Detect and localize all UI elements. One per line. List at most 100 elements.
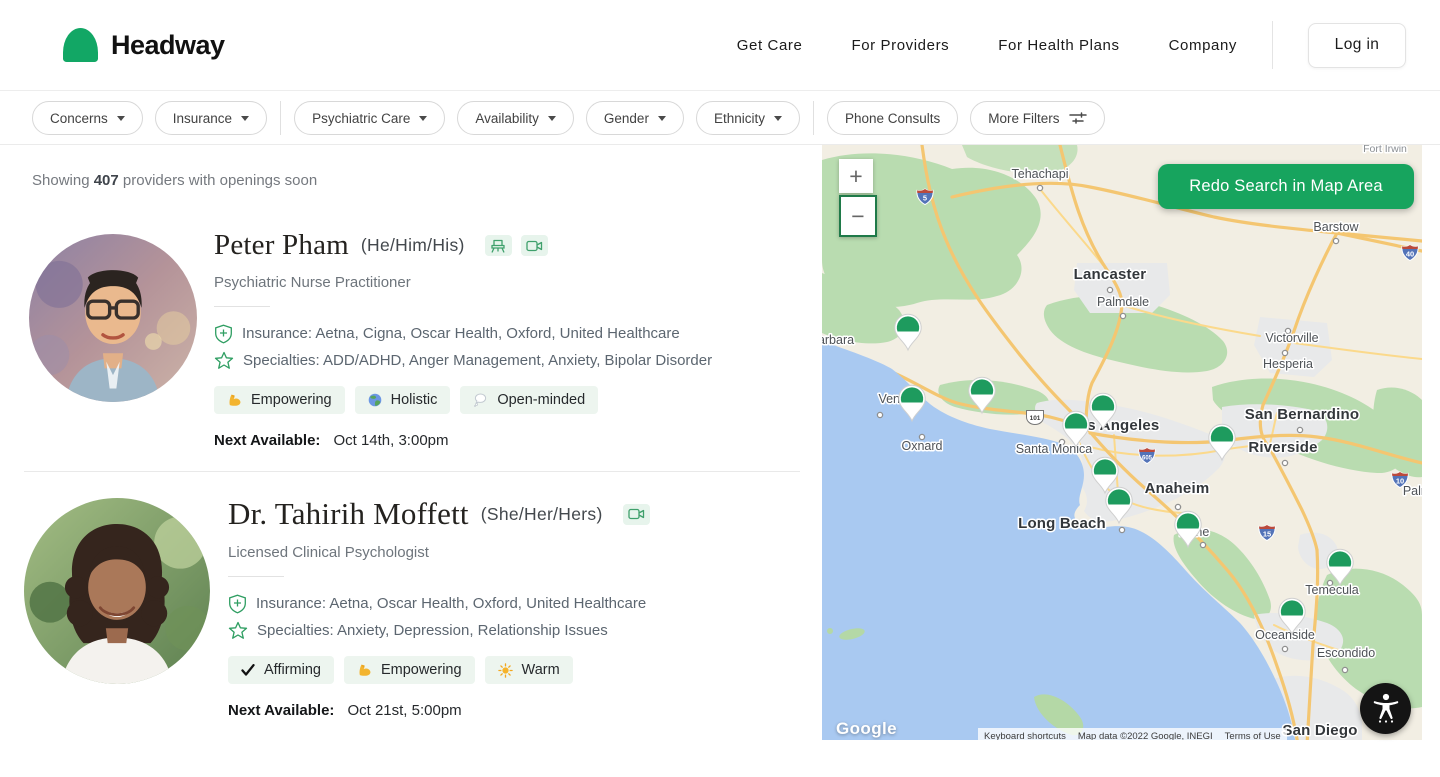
next-available-value: Oct 21st, 5:00pm — [347, 702, 461, 719]
accessibility-widget-button[interactable] — [1360, 683, 1411, 734]
map-canvas[interactable]: 5401016051015 Fort IrwinTehachapiBarstow… — [822, 145, 1422, 740]
town-dot — [1120, 313, 1125, 318]
svg-text:40: 40 — [1406, 250, 1414, 259]
town-dot — [1175, 504, 1180, 509]
nav-item-company[interactable]: Company — [1169, 37, 1237, 54]
town-dot — [1297, 427, 1302, 432]
town-dot — [1333, 238, 1338, 243]
results-count: Showing 407 providers with openings soon — [32, 172, 317, 189]
page: Headway Get Care For Providers For Health … — [0, 0, 1440, 777]
next-available-value: Oct 14th, 3:00pm — [333, 432, 448, 449]
filter-dropdown-availability[interactable]: Availability — [457, 101, 574, 135]
zoom-in-button[interactable]: + — [839, 159, 873, 193]
filter-dropdown-concerns[interactable]: Concerns — [32, 101, 143, 135]
filter-label: Availability — [475, 111, 539, 126]
svg-text:605: 605 — [1142, 456, 1153, 462]
town-dot — [877, 412, 882, 417]
map-label-lancaster: Lancaster — [1074, 266, 1147, 283]
chevron-down-icon — [774, 116, 782, 121]
svg-text:101: 101 — [1030, 415, 1041, 422]
town-dot — [1282, 460, 1287, 465]
trait-badge: Affirming — [228, 656, 334, 684]
filter-dropdown-insurance[interactable]: Insurance — [155, 101, 267, 135]
chevron-down-icon — [117, 116, 125, 121]
provider-name-row: Dr. Tahirih Moffett(She/Her/Hers) — [228, 496, 800, 532]
provider-list: Showing 407 providers with openings soon… — [0, 146, 800, 777]
provider-avatar[interactable] — [24, 498, 210, 684]
map-label-palm-s: Palm S — [1403, 484, 1422, 498]
attribution-segment[interactable]: Terms of Use — [1219, 728, 1287, 740]
video-icon — [526, 240, 543, 252]
provider-name[interactable]: Peter Pham — [214, 229, 349, 262]
nav-divider — [1272, 21, 1273, 69]
filter-label: Insurance — [173, 111, 232, 126]
map-label-oxnard: Oxnard — [902, 439, 943, 453]
meta-row: Specialties: ADD/ADHD, Anger Management,… — [214, 347, 800, 374]
login-button[interactable]: Log in — [1308, 23, 1406, 68]
headway-logo[interactable]: Headway — [63, 28, 225, 62]
sliders-icon — [1069, 112, 1087, 124]
map-label-barstow: Barstow — [1313, 220, 1359, 234]
trait-badges: AffirmingEmpoweringWarm — [228, 656, 800, 684]
shield-plus-icon — [214, 324, 233, 344]
main-nav: Get Care For Providers For Health Plans Com… — [737, 37, 1237, 54]
session-badge-video-icon — [521, 235, 548, 256]
attribution-segment[interactable]: Map data ©2022 Google, INEGI — [1072, 728, 1219, 740]
thought-bubble-icon — [473, 393, 488, 407]
map-label-anaheim: Anaheim — [1145, 480, 1210, 497]
title-divider — [214, 306, 270, 307]
meta-row: Specialties: Anxiety, Depression, Relati… — [228, 617, 800, 644]
filter-phone-consults[interactable]: Phone Consults — [827, 101, 958, 135]
trait-label: Open-minded — [497, 392, 585, 408]
map-label-riverside: Riverside — [1248, 439, 1317, 456]
meta-row: Insurance: Aetna, Cigna, Oscar Health, O… — [214, 320, 800, 347]
nav-item-for-providers[interactable]: For Providers — [851, 37, 949, 54]
more-filters-button[interactable]: More Filters — [970, 101, 1104, 135]
meta-text: Specialties: ADD/ADHD, Anger Management,… — [243, 352, 712, 369]
map-label-hesperia: Hesperia — [1263, 357, 1313, 371]
provider-meta: Insurance: Aetna, Oscar Health, Oxford, … — [228, 590, 800, 644]
redo-search-button[interactable]: Redo Search in Map Area — [1158, 164, 1414, 209]
town-dot — [1200, 542, 1205, 547]
map-label-temecula: Temecula — [1305, 583, 1359, 597]
provider-pronouns: (He/Him/His) — [361, 235, 465, 256]
filter-dropdown-gender[interactable]: Gender — [586, 101, 684, 135]
filter-dropdown-ethnicity[interactable]: Ethnicity — [696, 101, 800, 135]
map-label-long-beach: Long Beach — [1018, 515, 1106, 532]
trait-badge: Warm — [485, 656, 573, 684]
showing-count: 407 — [94, 172, 119, 189]
map-label-oceanside: Oceanside — [1255, 628, 1315, 642]
showing-suffix: providers with openings soon — [119, 172, 317, 189]
chevron-down-icon — [419, 116, 427, 121]
headway-logo-icon — [63, 28, 98, 62]
provider-avatar[interactable] — [29, 234, 197, 402]
filter-label: Ethnicity — [714, 111, 765, 126]
meta-text: Insurance: Aetna, Oscar Health, Oxford, … — [256, 595, 646, 612]
attribution-segment[interactable]: Keyboard shortcuts — [978, 728, 1072, 740]
filter-dropdown-psychiatric-care[interactable]: Psychiatric Care — [294, 101, 445, 135]
provider-card[interactable]: Dr. Tahirih Moffett(She/Her/Hers)License… — [228, 496, 800, 719]
provider-card[interactable]: Peter Pham(He/Him/His)Psychiatric Nurse … — [214, 229, 800, 449]
nav-item-get-care[interactable]: Get Care — [737, 37, 803, 54]
star-icon — [214, 351, 234, 370]
trait-badge: Empowering — [214, 386, 345, 414]
google-logo: Google — [836, 719, 897, 739]
next-available: Next Available: Oct 21st, 5:00pm — [228, 702, 800, 719]
sun-icon — [498, 663, 513, 678]
map-panel[interactable]: 5401016051015 Fort IrwinTehachapiBarstow… — [822, 145, 1422, 740]
nav-item-for-health-plans[interactable]: For Health Plans — [998, 37, 1119, 54]
next-available-label: Next Available: — [228, 702, 334, 719]
trait-label: Warm — [522, 662, 560, 678]
trait-badge: Holistic — [355, 386, 451, 414]
trait-badges: Empowering Holistic Open-minded — [214, 386, 800, 414]
trait-badge: Open-minded — [460, 386, 598, 414]
filter-group-divider — [813, 101, 814, 135]
provider-name[interactable]: Dr. Tahirih Moffett — [228, 496, 469, 532]
map-label-san-diego: San Diego — [1282, 722, 1357, 739]
zoom-out-button[interactable]: − — [839, 195, 877, 237]
session-type-icons — [485, 235, 548, 256]
chevron-down-icon — [658, 116, 666, 121]
session-badge-video-icon — [623, 504, 650, 525]
filter-label: Gender — [604, 111, 649, 126]
accessibility-icon — [1371, 691, 1401, 726]
